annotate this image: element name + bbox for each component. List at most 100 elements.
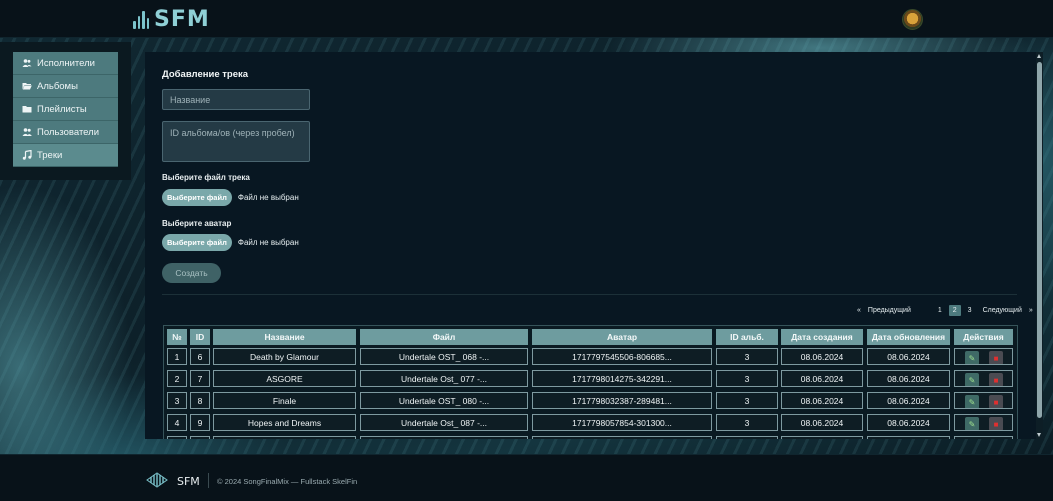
row-number: 3	[167, 392, 187, 409]
divider	[162, 294, 1017, 295]
row-created	[781, 436, 863, 439]
edit-icon[interactable]: ✎	[965, 373, 979, 386]
sidebar-item-label: Альбомы	[37, 80, 78, 92]
sidebar: Исполнители Альбомы Плейлисты Пользовате…	[0, 42, 131, 180]
table-row: 4 9 Hopes and Dreams Undertale Ost_ 087 …	[164, 413, 1017, 433]
row-number: 1	[167, 348, 187, 365]
prev-page-link[interactable]: Предыдущий	[868, 307, 911, 314]
table-row: 3 8 Finale Undertale OST_ 080 -... 17177…	[164, 391, 1017, 411]
row-title: ASGORE	[213, 370, 356, 387]
row-file: Undertale OST_ 068 -...	[360, 348, 528, 365]
user-group-icon	[22, 128, 32, 136]
app-logo[interactable]: SFM	[133, 6, 210, 32]
sidebar-item-artists[interactable]: Исполнители	[13, 52, 118, 75]
album-ids-textarea[interactable]	[162, 121, 310, 162]
row-album-id: 3	[716, 370, 778, 387]
row-avatar: 1717797545506-806685...	[532, 348, 712, 365]
track-name-input[interactable]	[162, 89, 310, 110]
next-page-link[interactable]: Следующий	[983, 307, 1022, 314]
edit-icon[interactable]: ✎	[965, 351, 979, 364]
row-number: 4	[167, 414, 187, 431]
row-album-id: 3	[716, 414, 778, 431]
avatar-file-status: Файл не выбран	[237, 238, 299, 247]
sidebar-item-users[interactable]: Пользователи	[13, 121, 118, 144]
row-avatar: 1717798014275-342291...	[532, 370, 712, 387]
scroll-down-icon[interactable]	[1037, 433, 1041, 437]
pagination: « Предыдущий 1 2 3 Следующий »	[857, 305, 1033, 316]
footer-logo-icon	[146, 472, 168, 488]
track-file-status: Файл не выбран	[237, 193, 299, 202]
page-link-2-current[interactable]: 2	[948, 305, 961, 316]
page-link-3[interactable]: 3	[968, 307, 972, 314]
row-title	[213, 436, 356, 439]
avatar-file-label: Выберите аватар	[162, 219, 232, 228]
scroll-up-icon[interactable]	[1037, 54, 1041, 58]
row-id: 9	[190, 414, 210, 431]
footer: SFM © 2024 SongFinalMix — Fullstack Skel…	[0, 454, 1053, 501]
row-id: 8	[190, 392, 210, 409]
row-album-id: 3	[716, 392, 778, 409]
column-header: ID	[190, 329, 210, 345]
folder-open-icon	[22, 83, 32, 90]
column-header: ID альб.	[716, 329, 778, 345]
track-file-label: Выберите файл трека	[162, 173, 250, 182]
prev-arrow-icon[interactable]: «	[857, 307, 861, 314]
tracks-table: № ID Название Файл Аватар ID альб. Дата …	[163, 325, 1018, 439]
edit-icon[interactable]: ✎	[965, 395, 979, 408]
column-header: Файл	[360, 329, 528, 345]
table-header-row: № ID Название Файл Аватар ID альб. Дата …	[164, 329, 1017, 349]
row-updated: 08.06.2024	[867, 348, 950, 365]
row-title: Death by Glamour	[213, 348, 356, 365]
main-panel: Добавление трека Выберите файл трека Выб…	[145, 52, 1036, 439]
user-avatar-icon[interactable]	[902, 9, 923, 30]
delete-icon[interactable]: ■	[989, 395, 1003, 408]
table-row: 2 7 ASGORE Undertale Ost_ 077 -... 17177…	[164, 369, 1017, 389]
choose-avatar-file-button[interactable]: Выберите файл	[162, 234, 232, 251]
column-header: Действия	[954, 329, 1013, 345]
sidebar-item-label: Исполнители	[37, 57, 95, 69]
delete-icon[interactable]: ■	[989, 351, 1003, 364]
column-header: Дата обновления	[867, 329, 950, 345]
equalizer-logo-icon	[133, 9, 149, 29]
sidebar-item-playlists[interactable]: Плейлисты	[13, 98, 118, 121]
sidebar-item-albums[interactable]: Альбомы	[13, 75, 118, 98]
sidebar-item-tracks[interactable]: Треки	[13, 144, 118, 167]
row-number: 2	[167, 370, 187, 387]
sidebar-item-label: Треки	[37, 149, 63, 161]
footer-separator	[208, 473, 209, 488]
row-actions: ✎ ■	[954, 436, 1013, 439]
edit-icon[interactable]: ✎	[965, 417, 979, 430]
row-created: 08.06.2024	[781, 348, 863, 365]
panel-scrollbar[interactable]	[1036, 52, 1043, 439]
delete-icon[interactable]: ■	[989, 373, 1003, 386]
scrollbar-thumb[interactable]	[1037, 62, 1042, 418]
row-title: Finale	[213, 392, 356, 409]
column-header: Название	[213, 329, 356, 345]
sidebar-item-label: Пользователи	[37, 126, 100, 138]
row-album-id	[716, 436, 778, 439]
row-title: Hopes and Dreams	[213, 414, 356, 431]
row-actions: ✎ ■	[954, 392, 1013, 409]
users-icon	[22, 59, 32, 67]
form-title: Добавление трека	[162, 69, 249, 80]
avatar-file-row: Выберите файл Файл не выбран	[162, 234, 299, 251]
column-header: Дата создания	[781, 329, 863, 345]
row-id: 6	[190, 348, 210, 365]
top-header: SFM	[0, 0, 1053, 38]
row-file: Undertale Ost_ 087 -...	[360, 414, 528, 431]
next-arrow-icon[interactable]: »	[1029, 307, 1033, 314]
row-actions: ✎ ■	[954, 370, 1013, 387]
sidebar-item-label: Плейлисты	[37, 103, 87, 115]
column-header: №	[167, 329, 187, 345]
folder-icon	[22, 106, 32, 113]
page-link-1[interactable]: 1	[938, 307, 942, 314]
row-created: 08.06.2024	[781, 392, 863, 409]
row-avatar	[532, 436, 712, 439]
row-updated: 08.06.2024	[867, 414, 950, 431]
choose-track-file-button[interactable]: Выберите файл	[162, 189, 232, 206]
delete-icon[interactable]: ■	[989, 417, 1003, 430]
create-button[interactable]: Создать	[162, 263, 221, 283]
row-created: 08.06.2024	[781, 370, 863, 387]
logo-text: SFM	[154, 6, 210, 32]
row-actions: ✎ ■	[954, 414, 1013, 431]
